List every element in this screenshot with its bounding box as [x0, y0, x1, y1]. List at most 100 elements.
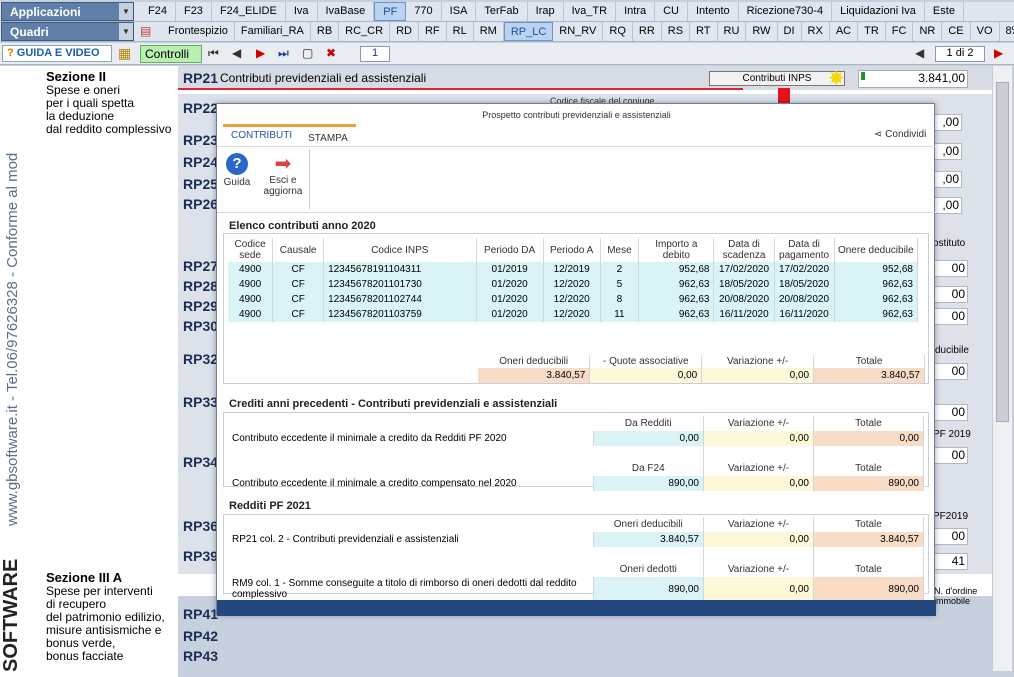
vertical-brand-text: SOFTWARE — [0, 558, 22, 672]
app-tab-8[interactable]: TerFab — [476, 2, 528, 21]
quadri-tab-11[interactable]: RR — [633, 22, 662, 41]
quadri-tab-7[interactable]: RM — [474, 22, 504, 41]
app-tab-15[interactable]: Liquidazioni Iva — [832, 2, 925, 21]
app-tab-7[interactable]: ISA — [442, 2, 477, 21]
redditi-value[interactable]: 0,00 — [703, 577, 814, 601]
condividi-label: Condividi — [885, 129, 927, 140]
app-tab-13[interactable]: Intento — [688, 2, 739, 21]
app-tab-12[interactable]: CU — [655, 2, 688, 21]
app-tab-16[interactable]: Este — [925, 2, 964, 21]
guida-video-button[interactable]: ? GUIDA E VIDEO — [2, 45, 112, 62]
app-tab-9[interactable]: Irap — [528, 2, 564, 21]
quadri-tab-0[interactable]: Frontespizio — [162, 22, 235, 41]
page-prev-icon[interactable]: ◀ — [915, 46, 924, 60]
quadri-tab-13[interactable]: RT — [690, 22, 718, 41]
quadri-tab-1[interactable]: Familiari_RA — [235, 22, 311, 41]
app-select[interactable]: Applicazioni ▼ — [1, 2, 134, 21]
table-row[interactable]: 4900 CF 12345678201101730 01/2020 12/2020 5 96… — [228, 277, 919, 292]
page-next-icon[interactable]: ▶ — [994, 46, 1003, 60]
rp-code: RP36 — [183, 518, 219, 534]
app-tab-6[interactable]: 770 — [406, 2, 442, 21]
chevron-down-icon[interactable]: ▼ — [119, 3, 133, 20]
help-icon: ? — [7, 47, 14, 59]
last-page-icon[interactable]: ⏭ — [278, 46, 289, 61]
table-cell: 11 — [600, 307, 640, 322]
table-row[interactable]: 4900 CF 12345678191104311 01/2019 12/2019 2 95… — [228, 262, 919, 277]
rp-code: RP42 — [183, 628, 219, 644]
quadri-tab-17[interactable]: RX — [802, 22, 830, 41]
rp21-value-field[interactable]: 3.841,00 — [858, 70, 968, 88]
quadri-tab-23[interactable]: VO — [971, 22, 1000, 41]
crediti-row-label: Contributo eccedente il minimale a credi… — [228, 476, 594, 491]
app-tab-11[interactable]: Intra — [616, 2, 656, 21]
crediti-value[interactable]: 0,00 — [593, 431, 704, 446]
quadri-tab-18[interactable]: AC — [830, 22, 859, 41]
vertical-scrollbar[interactable] — [992, 66, 1012, 671]
quadri-tab-14[interactable]: RU — [718, 22, 747, 41]
tab-stampa[interactable]: STAMPA — [300, 124, 356, 146]
redditi-value[interactable]: 3.840,57 — [593, 532, 704, 547]
quadri-tab-20[interactable]: FC — [886, 22, 914, 41]
left-strip: www.gbsoftware.it - Tel.06/97626328 - Co… — [0, 66, 28, 677]
scroll-thumb[interactable] — [996, 82, 1009, 422]
chevron-down-icon[interactable]: ▼ — [119, 23, 133, 40]
quadri-tab-9[interactable]: RN_RV — [553, 22, 604, 41]
table-row[interactable]: 4900 CF 12345678201103759 01/2020 12/2020 11 9… — [228, 307, 919, 322]
redditi-value[interactable]: 0,00 — [703, 532, 814, 547]
esci-aggiorna-button[interactable]: ➡ Esci e aggiorna — [261, 153, 305, 197]
new-page-icon[interactable]: ▢ — [302, 46, 313, 60]
column-header: Periodo DA — [476, 238, 544, 262]
crediti-header: Da Redditi — [593, 416, 704, 431]
quadri-tab-12[interactable]: RS — [662, 22, 691, 41]
quadri-tab-15[interactable]: RW — [746, 22, 778, 41]
app-tab-10[interactable]: Iva_TR — [564, 2, 617, 21]
guida-button[interactable]: ? Guida — [221, 153, 253, 188]
quadri-tab-24[interactable]: 8‰ — [1000, 22, 1014, 41]
quadri-tab-3[interactable]: RC_CR — [339, 22, 391, 41]
app-tab-14[interactable]: Ricezione730-4 — [739, 2, 833, 21]
redditi-value[interactable]: 890,00 — [593, 577, 704, 601]
document-icon[interactable]: ▦ — [118, 45, 131, 62]
quadri-tab-16[interactable]: DI — [778, 22, 802, 41]
esci-label: Esci e aggiorna — [263, 175, 303, 197]
crediti-value[interactable]: 0,00 — [703, 431, 814, 446]
quadri-select[interactable]: Quadri ▼ — [1, 22, 134, 41]
table-cell: 17/02/2020 — [713, 262, 775, 277]
tab-contributi[interactable]: CONTRIBUTI — [223, 124, 301, 146]
crediti-value[interactable]: 0,00 — [703, 476, 814, 491]
app-tab-3[interactable]: Iva — [286, 2, 318, 21]
app-tab-0[interactable]: F24 — [140, 2, 176, 21]
elenco-title: Elenco contributi anno 2020 — [229, 220, 376, 232]
controlli-button[interactable]: Controlli — [140, 45, 202, 63]
contributi-inps-button[interactable]: Contributi INPS — [709, 71, 845, 86]
prev-page-icon[interactable]: ◀ — [232, 46, 241, 60]
crediti-value[interactable]: 890,00 — [593, 476, 704, 491]
variazione-value[interactable]: 0,00 — [701, 368, 815, 383]
first-page-icon[interactable]: ⏮ — [208, 46, 219, 61]
condividi-button[interactable]: ⋖ Condividi — [874, 129, 926, 140]
quadri-tab-22[interactable]: CE — [942, 22, 971, 41]
rp-code: RP26 — [183, 196, 219, 212]
crediti-group: Da Redditi Variazione +/- Totale Contrib… — [223, 412, 929, 491]
rp-code: RP22 — [183, 100, 219, 116]
quadri-tab-6[interactable]: RL — [447, 22, 474, 41]
quadri-tab-19[interactable]: TR — [858, 22, 886, 41]
quadri-tab-4[interactable]: RD — [390, 22, 419, 41]
app-tab-4[interactable]: IvaBase — [318, 2, 375, 21]
quote-associative-value[interactable]: 0,00 — [589, 368, 703, 383]
quadri-tab-10[interactable]: RQ — [603, 22, 633, 41]
app-tab-5[interactable]: PF — [374, 2, 407, 21]
app-tab-2[interactable]: F24_ELIDE — [212, 2, 286, 21]
page-number-input[interactable]: 1 — [360, 46, 390, 62]
quadri-tab-21[interactable]: NR — [913, 22, 943, 41]
delete-page-icon[interactable]: ✖ — [326, 46, 336, 60]
next-page-icon[interactable]: ▶ — [256, 46, 265, 60]
pdf-icon[interactable]: ▤ — [140, 24, 151, 38]
quadri-tab-2[interactable]: RB — [311, 22, 340, 41]
app-tab-1[interactable]: F23 — [176, 2, 212, 21]
table-row[interactable]: 4900 CF 12345678201102744 01/2020 12/2020 8 96… — [228, 292, 919, 307]
quadri-tab-5[interactable]: RF — [419, 22, 447, 41]
oneri-deducibili-value[interactable]: 3.840,57 — [478, 368, 591, 383]
controlli-label: Controlli — [145, 47, 190, 61]
quadri-tab-8[interactable]: RP_LC — [503, 22, 554, 41]
